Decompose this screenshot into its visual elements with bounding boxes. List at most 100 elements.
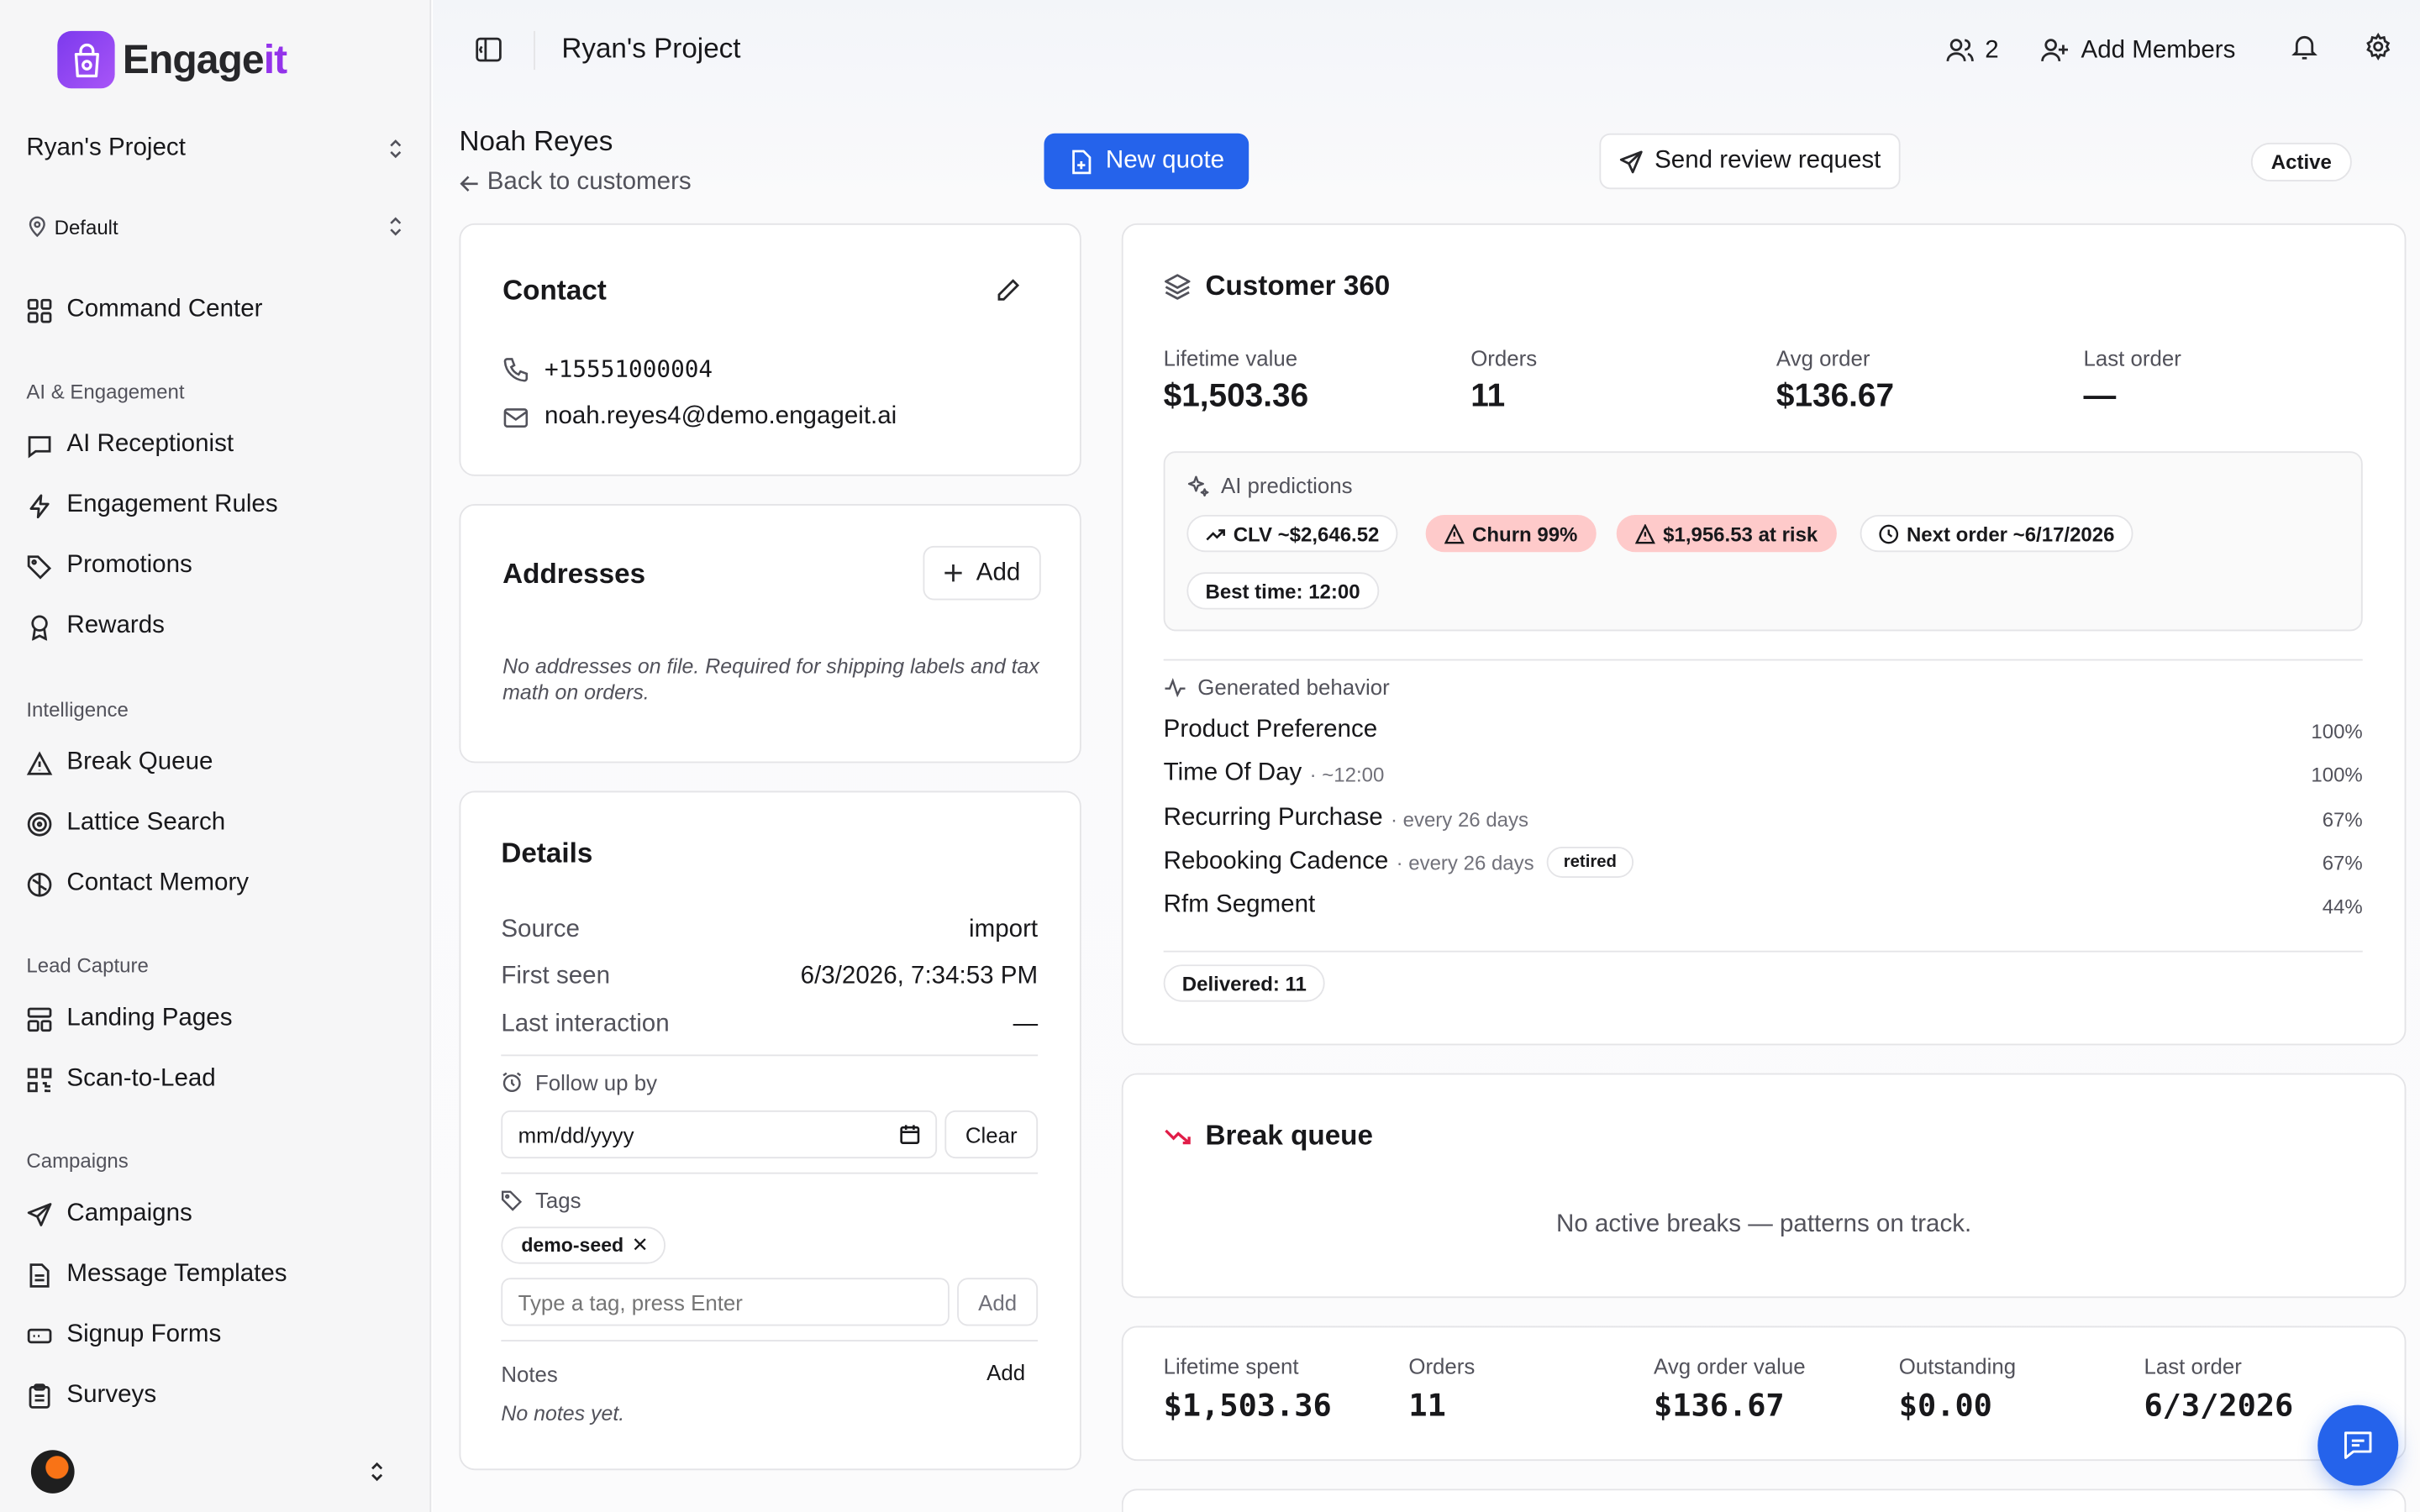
stat-orders: Orders 11 [1470,346,1537,416]
tag-input[interactable] [501,1278,950,1326]
settings-button[interactable] [2365,32,2392,68]
add-members-button[interactable]: Add Members [2041,36,2235,64]
sidebar-item-message-templates[interactable]: Message Templates [26,1255,406,1295]
send-review-request-button[interactable]: Send review request [1599,133,1901,190]
break-queue-title: Break queue [1205,1119,1373,1151]
add-note-button[interactable]: Add [986,1360,1025,1385]
sidebar-section-title: AI & Engagement [26,380,185,404]
notifications-button[interactable] [2291,33,2317,68]
sidebar-item-label: Campaigns [66,1200,192,1227]
stat-value: $136.67 [1776,378,1895,414]
break-queue-header: Break queue [1164,1120,1373,1152]
tag-icon [27,554,52,579]
sidebar-item-ai-receptionist[interactable]: AI Receptionist [26,425,406,465]
contact-email-row[interactable]: noah.reyes4@demo.engageit.ai [502,403,897,431]
summary-value: 11 [1408,1386,1446,1424]
detail-value: — [1013,1011,1039,1038]
back-to-customers-link[interactable]: Back to customers [459,169,692,197]
stat-label: Last order [2083,345,2181,371]
summary-lifetime-spent: Lifetime spent $1,503.36 [1164,1354,1332,1424]
behavior-row: Recurring Purchase · every 26 days 67% [1164,801,2363,837]
stat-last-order: Last order — [2083,346,2181,416]
sidebar-item-label: Engagement Rules [66,491,278,518]
sidebar-toggle-button[interactable] [475,35,502,71]
file-plus-icon [1071,149,1091,174]
members-button[interactable]: 2 [1944,36,1999,64]
behavior-row: Rfm Segment 44% [1164,887,2363,924]
project-name: Ryan's Project [26,134,186,162]
customer-name: Noah Reyes [459,125,613,157]
brand-logo[interactable]: Engageit [57,30,287,89]
prediction-label: $1,956.53 at risk [1663,522,1818,545]
sidebar-item-label: Landing Pages [66,1005,233,1032]
user-menu[interactable] [30,1450,388,1494]
sidebar-item-label: Contact Memory [66,869,250,897]
sidebar-item-landing-pages[interactable]: Landing Pages [26,999,406,1039]
project-selector[interactable]: Ryan's Project [26,130,406,167]
qr-code-icon [27,1067,52,1092]
clear-date-button[interactable]: Clear [944,1110,1039,1159]
trending-down-icon [1165,1128,1191,1144]
notes-empty-text: No notes yet. [501,1401,625,1425]
chat-button[interactable] [2317,1404,2399,1486]
behavior-name: Rfm Segment [1163,891,1316,918]
clock-icon [1879,523,1899,543]
details-title: Details [501,837,593,869]
location-selector[interactable]: Default [26,211,406,242]
sidebar-item-promotions[interactable]: Promotions [26,546,406,586]
calendar-icon [900,1125,920,1144]
arrow-left-icon [460,175,478,192]
addresses-title: Addresses [502,558,646,590]
sidebar-item-label: Break Queue [66,748,213,776]
summary-label: Outstanding [1898,1353,2017,1379]
brain-icon [27,872,52,896]
detail-label: Last interaction [501,1011,670,1038]
sidebar-item-signup-forms[interactable]: Signup Forms [26,1315,406,1356]
stat-value: 11 [1470,378,1506,414]
tag-label: demo-seed [521,1234,624,1257]
next-card [1121,1488,2407,1512]
sidebar-item-surveys[interactable]: Surveys [26,1376,406,1416]
sidebar-item-break-queue[interactable]: Break Queue [26,743,406,783]
alert-triangle-icon [1444,523,1465,543]
send-review-label: Send review request [1655,147,1881,174]
contact-phone-row[interactable]: +15551000004 [502,355,713,383]
stat-label: Orders [1470,345,1538,371]
trending-up-icon [1206,528,1225,540]
behavior-percent: 67% [2322,850,2363,874]
edit-contact-button[interactable] [996,277,1021,310]
new-quote-button[interactable]: New quote [1044,133,1249,190]
sidebar-item-label: Surveys [66,1381,157,1409]
customer-360-title: Customer 360 [1205,270,1391,302]
summary-outstanding: Outstanding $0.00 [1899,1354,2016,1424]
sidebar-item-label: Signup Forms [66,1320,222,1348]
add-address-button[interactable]: Add [923,545,1041,601]
summary-label: Avg order value [1654,1353,1806,1379]
remove-tag-icon[interactable]: ✕ [632,1233,649,1258]
activity-icon [1165,677,1186,697]
retired-badge: retired [1546,847,1634,878]
stat-value: $1,503.36 [1163,378,1309,414]
break-queue-empty-text: No active breaks — patterns on track. [1556,1210,1972,1238]
sidebar-item-command-center[interactable]: Command Center [26,290,406,330]
sidebar-item-contact-memory[interactable]: Contact Memory [26,864,406,904]
stat-lifetime-value: Lifetime value $1,503.36 [1164,346,1309,416]
summary-value: $0.00 [1898,1386,1992,1424]
detail-label: Source [501,916,580,943]
behavior-name: Rebooking Cadence [1163,848,1389,875]
sidebar-item-lattice-search[interactable]: Lattice Search [26,803,406,843]
sidebar-item-scan-to-lead[interactable]: Scan-to-Lead [26,1059,406,1100]
grid-icon [27,297,52,323]
logo-icon [57,30,115,89]
stat-label: Avg order [1776,345,1870,371]
sidebar-item-engagement-rules[interactable]: Engagement Rules [26,486,406,526]
user-plus-icon [2041,39,2069,62]
add-tag-button[interactable]: Add [957,1278,1039,1326]
sidebar-item-rewards[interactable]: Rewards [26,606,406,647]
contact-title: Contact [502,274,607,306]
sidebar-item-campaigns[interactable]: Campaigns [26,1194,406,1235]
generated-behavior-title: Generated behavior [1197,675,1390,700]
follow-up-date-input[interactable]: mm/dd/yyyy [501,1110,938,1159]
alert-triangle-icon [1634,523,1655,543]
bell-icon [2291,35,2317,60]
